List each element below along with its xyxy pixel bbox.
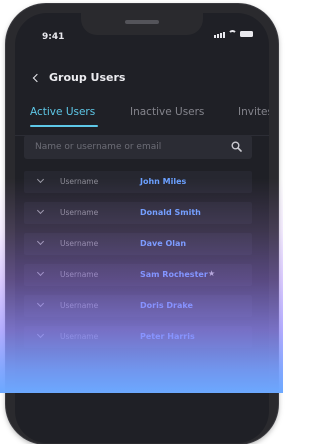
status-time: 9:41 [42,32,65,42]
chevron-down-icon[interactable] [36,206,45,215]
status-icons [214,30,253,38]
chevron-down-icon[interactable] [36,175,45,184]
username-value: Donald Smith [140,208,201,217]
user-row[interactable]: Username Sam Rochester ★ [24,264,252,286]
username-value: Dave Olan [140,239,187,248]
signal-icon [214,32,225,38]
chevron-down-icon[interactable] [36,237,45,246]
star-icon: ★ [208,269,216,278]
username-value: Peter Harris [140,332,195,341]
user-row[interactable]: Username John Miles [24,171,252,193]
username-label: Username [60,301,99,310]
chevron-down-icon[interactable] [36,268,45,277]
tab-inactive-users[interactable]: Inactive Users [130,106,204,118]
username-label: Username [60,270,99,279]
username-label: Username [60,332,99,341]
search-icon[interactable] [231,141,242,152]
username-value: Sam Rochester [140,270,208,279]
speaker-grille [125,20,159,24]
chevron-down-icon[interactable] [36,330,45,339]
battery-icon [240,31,253,37]
notch [81,13,203,35]
username-label: Username [60,177,99,186]
chevron-down-icon[interactable] [36,299,45,308]
search-input[interactable] [24,135,235,159]
tab-invites[interactable]: Invites [238,106,269,118]
page-title: Group Users [49,71,126,84]
search-field[interactable] [24,135,252,159]
username-label: Username [60,239,99,248]
header: Group Users [32,71,126,84]
username-value: Doris Drake [140,301,193,310]
user-row[interactable]: Username Peter Harris [24,326,252,348]
username-label: Username [60,208,99,217]
active-tab-indicator [30,125,98,127]
user-row[interactable]: Username Donald Smith [24,202,252,224]
wifi-icon [228,30,237,38]
username-value: John Miles [140,177,187,186]
tab-active-users[interactable]: Active Users [30,106,95,118]
user-list: Username John Miles Username Donald Smit… [24,171,252,357]
user-row[interactable]: Username Doris Drake [24,295,252,317]
user-row[interactable]: Username Dave Olan [24,233,252,255]
tab-bar: Active Users Inactive Users Invites [15,106,269,130]
back-chevron-icon[interactable] [32,73,42,83]
